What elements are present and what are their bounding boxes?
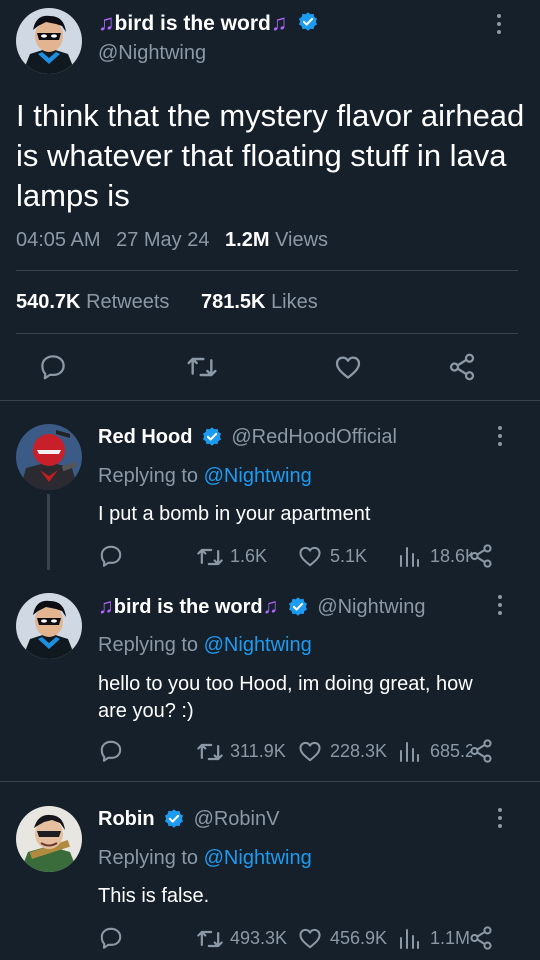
reply-1-text: I put a bomb in your apartment — [98, 503, 371, 525]
reply-icon[interactable] — [38, 352, 68, 382]
reply-2-replying-to: Replying to @Nightwing — [98, 634, 312, 657]
views-icon[interactable] — [398, 739, 420, 763]
main-tweet-text: I think that the mystery flavor airhead … — [16, 98, 525, 213]
music-note-icon: ♫ — [98, 595, 114, 618]
replying-to-label: Replying to — [98, 634, 199, 656]
reply-3-views-count: 1.1M — [430, 928, 471, 948]
avatar-nightwing[interactable] — [16, 593, 82, 659]
replying-to-label: Replying to — [98, 847, 199, 869]
like-icon[interactable] — [297, 925, 323, 951]
retweet-icon[interactable] — [196, 926, 224, 952]
share-icon[interactable] — [468, 925, 494, 951]
music-note-icon: ♫ — [98, 10, 115, 35]
avatar-robin[interactable] — [16, 806, 82, 872]
main-display-name[interactable]: ♫bird is the word♫ — [98, 10, 319, 40]
more-icon[interactable] — [497, 426, 503, 450]
tweet-meta: 04:05 AM 27 May 24 1.2M Views — [16, 229, 328, 252]
music-note-icon: ♫ — [270, 10, 288, 35]
retweets-label: Retweets — [86, 291, 170, 313]
divider — [0, 781, 540, 782]
more-icon[interactable] — [496, 14, 502, 38]
reply-2-text: hello to you too Hood, im doing great, h… — [98, 673, 473, 722]
reply-3-header: Robin @RobinV — [98, 808, 279, 831]
reply-2-handle[interactable]: @Nightwing — [317, 596, 425, 618]
reply-1-retweet-count: 1.6K — [230, 546, 268, 566]
divider — [16, 270, 518, 271]
likes-count: 781.5K — [201, 291, 266, 313]
reply-3-replying-to: Replying to @Nightwing — [98, 847, 312, 870]
replying-to-handle[interactable]: @Nightwing — [204, 847, 312, 869]
verified-badge-icon — [165, 809, 184, 828]
avatar-red-hood[interactable] — [16, 424, 82, 490]
thread-line — [47, 494, 50, 570]
views-icon[interactable] — [398, 926, 420, 950]
like-icon[interactable] — [333, 352, 363, 382]
verified-badge-icon — [299, 12, 318, 32]
reply-1-views-count: 18.6K — [430, 546, 472, 566]
reply-2-display-name[interactable]: ♫bird is the word♫ — [98, 595, 279, 618]
reply-3-handle[interactable]: @RobinV — [194, 808, 280, 830]
reply-icon[interactable] — [98, 738, 124, 764]
more-icon[interactable] — [497, 808, 503, 832]
divider — [16, 333, 518, 334]
reply-1-handle[interactable]: @RedHoodOfficial — [231, 426, 397, 448]
divider — [0, 400, 540, 401]
share-icon[interactable] — [468, 738, 494, 764]
engagement-counts: 540.7K Retweets 781.5K Likes — [16, 291, 318, 314]
retweets-stat[interactable]: 540.7K Retweets — [16, 291, 175, 313]
like-icon[interactable] — [297, 543, 323, 569]
like-icon[interactable] — [297, 738, 323, 764]
main-handle[interactable]: @Nightwing — [98, 42, 206, 65]
tweet-time[interactable]: 04:05 AM — [16, 229, 101, 251]
reply-2-header: ♫bird is the word♫ @Nightwing — [98, 595, 425, 619]
reply-1-like-count: 5.1K — [330, 546, 368, 566]
reply-icon[interactable] — [98, 543, 124, 569]
verified-badge-icon — [202, 427, 221, 446]
replying-to-label: Replying to — [98, 465, 199, 487]
reply-icon[interactable] — [98, 925, 124, 951]
more-icon[interactable] — [497, 595, 503, 619]
views-label: Views — [275, 229, 329, 251]
retweet-icon[interactable] — [196, 544, 224, 570]
views-icon[interactable] — [398, 544, 420, 568]
music-note-icon: ♫ — [262, 595, 279, 618]
reply-2-like-count: 228.3K — [330, 741, 388, 761]
views-count: 1.2M — [225, 229, 270, 251]
likes-stat[interactable]: 781.5K Likes — [201, 291, 318, 313]
reply-2-views-count: 685.2K — [430, 741, 472, 761]
retweet-icon[interactable] — [196, 739, 224, 765]
avatar-nightwing[interactable] — [16, 8, 82, 74]
reply-3-display-name[interactable]: Robin — [98, 808, 155, 830]
retweet-icon[interactable] — [186, 352, 218, 382]
reply-1-display-name[interactable]: Red Hood — [98, 426, 192, 448]
verified-badge-icon — [288, 597, 307, 616]
reply-1-header: Red Hood @RedHoodOfficial — [98, 426, 397, 449]
tweet-date[interactable]: 27 May 24 — [116, 229, 209, 251]
reply-2-retweet-count: 311.9K — [230, 741, 286, 761]
reply-3-text: This is false. — [98, 885, 210, 907]
reply-3-like-count: 456.9K — [330, 928, 388, 948]
display-name-text: bird is the word — [113, 596, 263, 618]
replying-to-handle[interactable]: @Nightwing — [204, 634, 312, 656]
retweets-count: 540.7K — [16, 291, 81, 313]
reply-1-replying-to: Replying to @Nightwing — [98, 465, 312, 488]
display-name-text: bird is the word — [114, 12, 271, 35]
replying-to-handle[interactable]: @Nightwing — [204, 465, 312, 487]
reply-3-retweet-count: 493.3K — [230, 928, 288, 948]
likes-label: Likes — [271, 291, 318, 313]
share-icon[interactable] — [468, 543, 494, 569]
share-icon[interactable] — [446, 352, 478, 382]
